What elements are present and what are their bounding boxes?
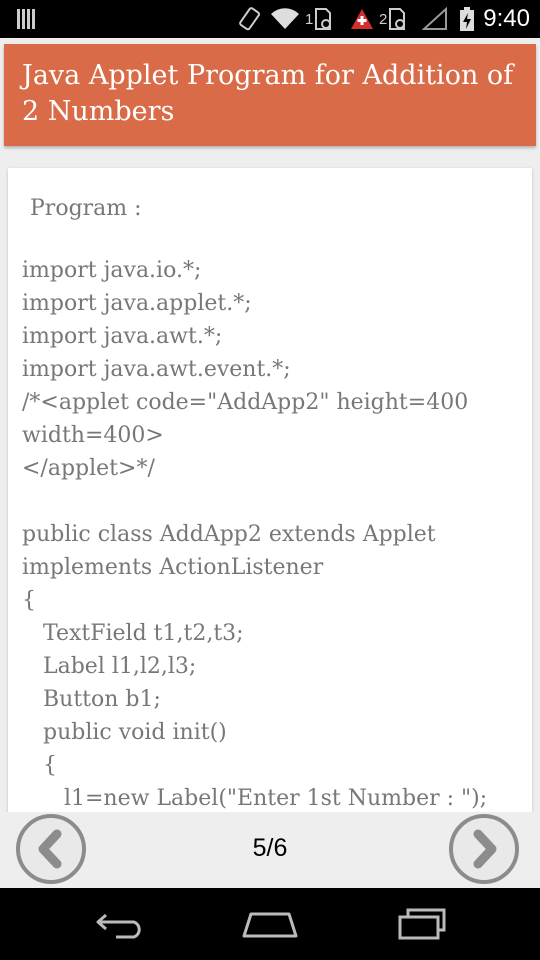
page-title: Java Applet Program for Addition of 2 Nu…	[22, 60, 514, 127]
sim1-indicator: 1	[305, 0, 333, 38]
code-line: public class AddApp2 extends Applet impl…	[22, 522, 443, 580]
recents-icon	[398, 908, 446, 940]
code-line: Button b1;	[22, 687, 161, 712]
program-card[interactable]: Program : import java.io.*; import java.a…	[8, 168, 532, 818]
code-line: import java.awt.event.*;	[22, 357, 291, 382]
wifi-icon	[270, 0, 300, 38]
code-line: public void init()	[22, 720, 227, 745]
rotate-icon	[238, 0, 262, 38]
code-line: import java.applet.*;	[22, 291, 252, 316]
signal-icon	[422, 0, 448, 38]
sim1-label: 1	[305, 10, 314, 28]
status-time: 9:40	[483, 5, 530, 32]
code-line: {	[22, 753, 57, 778]
notification-barcode-icon	[16, 0, 38, 38]
back-icon	[96, 913, 141, 939]
code-line: import java.awt.*;	[22, 324, 223, 349]
sim1-icon	[315, 8, 332, 30]
alert-icon	[350, 0, 374, 38]
pager-bar: 5/6	[0, 812, 540, 888]
recents-button[interactable]	[387, 904, 457, 944]
program-label: Program :	[30, 196, 142, 221]
code-line: </applet>*/	[22, 456, 155, 481]
sim2-indicator: 2	[379, 0, 407, 38]
sim2-label: 2	[379, 10, 388, 28]
system-nav-bar	[0, 888, 540, 960]
code-line: import java.io.*;	[22, 258, 202, 283]
code-block: import java.io.*; import java.applet.*; im…	[22, 254, 522, 815]
battery-charging-icon	[458, 0, 476, 38]
home-button[interactable]	[235, 904, 305, 944]
status-bar: 1 2 9:40	[0, 0, 540, 38]
code-line: TextField t1,t2,t3;	[22, 621, 244, 646]
code-line: Label l1,l2,l3;	[22, 654, 197, 679]
chevron-right-icon	[473, 829, 497, 869]
sim2-icon	[389, 8, 406, 30]
title-bar: Java Applet Program for Addition of 2 Nu…	[4, 44, 536, 146]
code-line: l1=new Label("Enter 1st Number : ");	[22, 786, 488, 811]
back-button[interactable]	[85, 904, 155, 944]
next-button[interactable]	[449, 814, 519, 884]
code-line: /*<applet code="AddApp2" height=400 widt…	[22, 390, 476, 448]
code-line: {	[22, 588, 36, 613]
home-icon	[242, 912, 298, 938]
